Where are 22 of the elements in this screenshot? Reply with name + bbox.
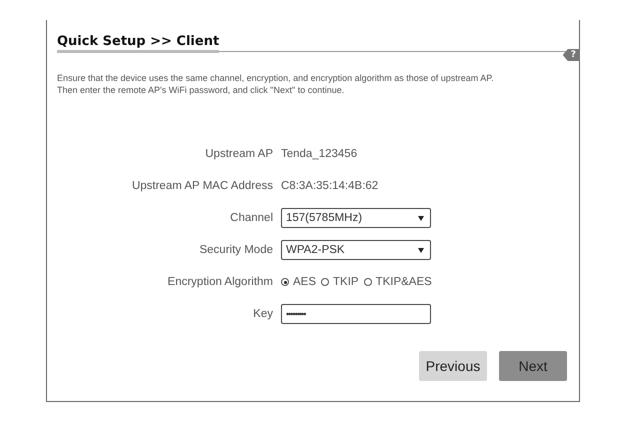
field-value: Tenda_123456: [281, 148, 358, 160]
caret-icon: [418, 248, 424, 252]
dropdown[interactable]: WPA2-PSK: [281, 240, 431, 260]
previous-button[interactable]: Previous: [419, 351, 487, 381]
description-text: Then enter the remote AP's WiFi password, and click "Next" to continue.: [57, 84, 344, 96]
password-field[interactable]: •••••••••: [281, 304, 431, 324]
field-label: Key: [252, 308, 273, 320]
field-label: Channel: [229, 212, 273, 224]
next-button[interactable]: Next: [499, 351, 567, 381]
radio-option[interactable]: TKIP: [321, 276, 359, 288]
radio-option[interactable]: AES: [281, 276, 316, 288]
dropdown[interactable]: 157(5785MHz): [281, 208, 431, 228]
field-label: Upstream AP MAC Address: [130, 180, 273, 192]
page-title: Quick Setup >> Client: [57, 34, 220, 53]
caret-icon: [418, 216, 424, 220]
field-label: Security Mode: [198, 244, 273, 256]
description-text: Ensure that the device uses the same channel, encryption, and encryption algorithm as those of upstream AP.: [57, 72, 494, 84]
field-label: Upstream AP: [204, 148, 273, 160]
help-badge[interactable]: ?: [562, 49, 580, 61]
radio-option[interactable]: TKIP&AES: [364, 276, 432, 288]
field-label: Encryption Algorithm: [166, 276, 273, 288]
field-value: C8:3A:35:14:4B:62: [281, 180, 378, 192]
